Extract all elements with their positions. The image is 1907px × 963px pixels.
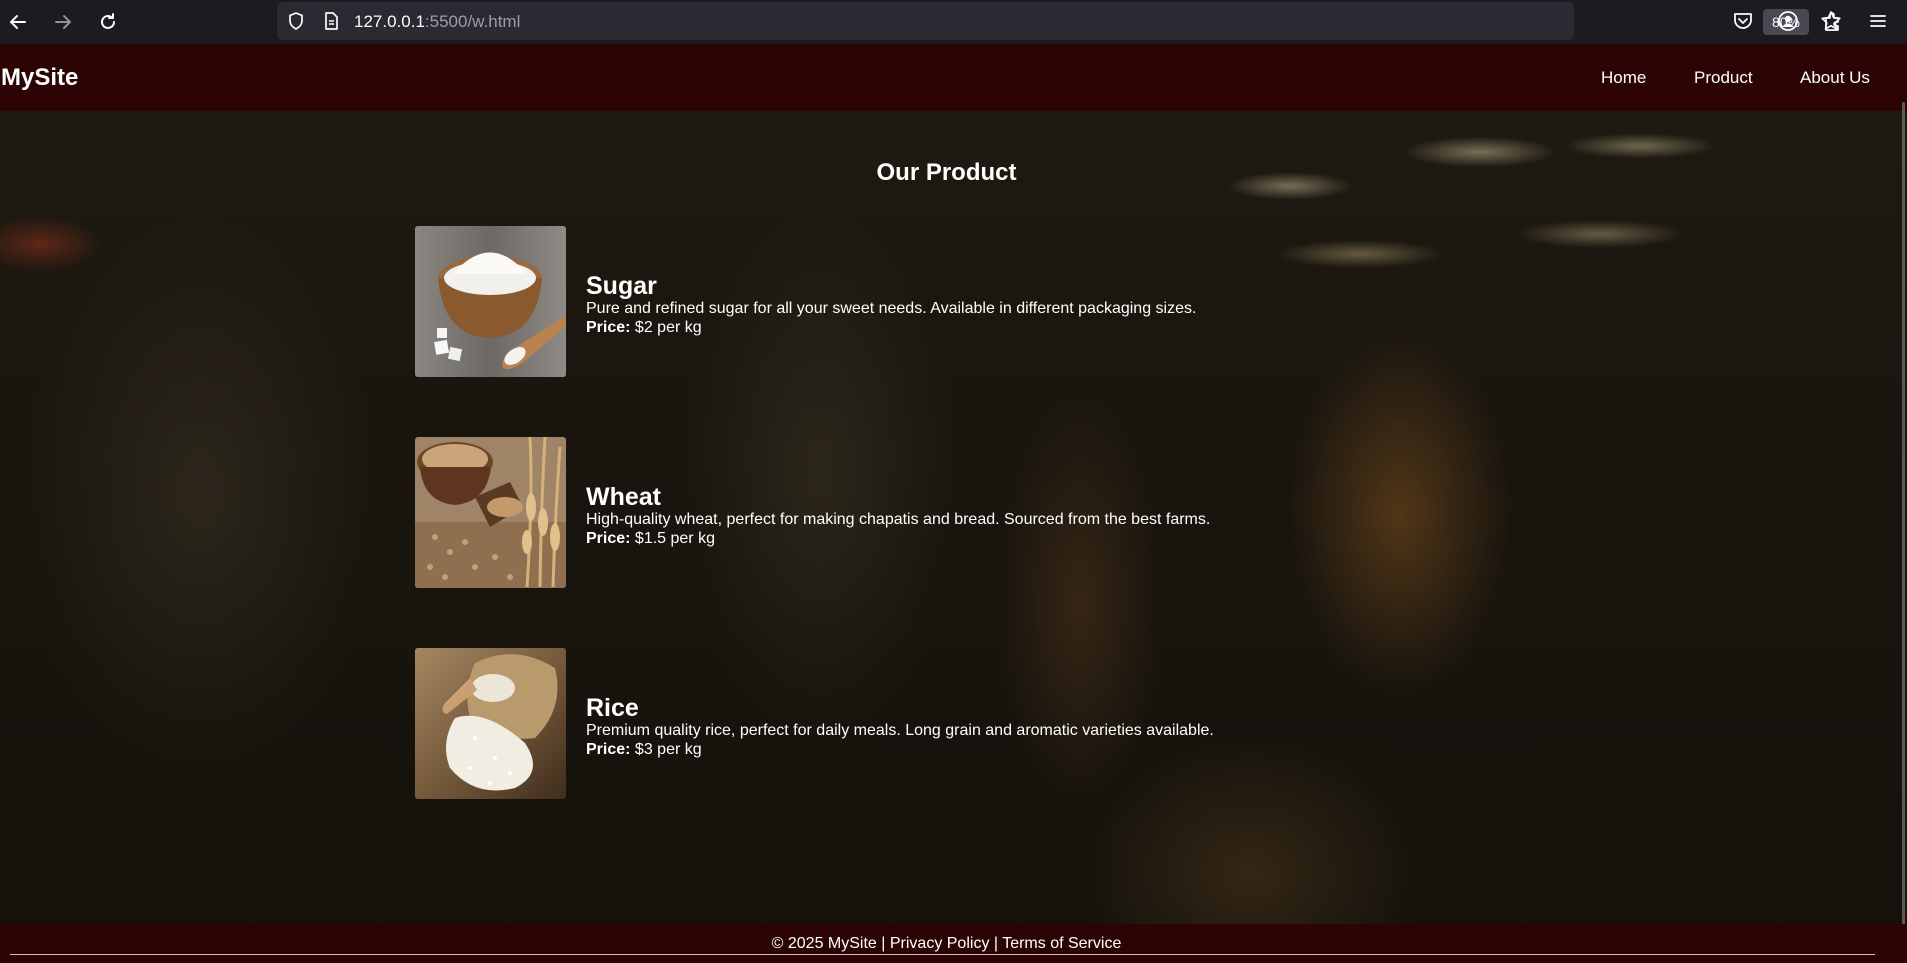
page-icon: [325, 12, 338, 30]
product-description: Premium quality rice, perfect for daily …: [586, 722, 1214, 739]
pocket-icon: [1734, 13, 1752, 29]
price-label: Price:: [586, 530, 631, 547]
product-name: Rice: [586, 694, 639, 722]
reload-button[interactable]: [93, 7, 123, 37]
nav-product-link[interactable]: Product: [1694, 68, 1753, 88]
extensions-button[interactable]: [1819, 7, 1847, 35]
product-price: Price: $3 per kg: [586, 741, 702, 759]
rice-sack-image: [415, 648, 566, 799]
menu-icon: [1870, 15, 1886, 27]
nav-home-link[interactable]: Home: [1601, 68, 1646, 88]
product-name: Wheat: [586, 483, 661, 511]
products-heading: Our Product: [876, 159, 1017, 186]
account-icon: [1778, 11, 1798, 31]
extensions-icon: [1825, 12, 1839, 31]
site-logo[interactable]: MySite: [1, 64, 78, 92]
reload-icon: [101, 13, 115, 29]
price-value: $3 per kg: [634, 741, 702, 758]
nav-about-link[interactable]: About Us: [1800, 68, 1870, 88]
product-description: Pure and refined sugar for all your swee…: [586, 300, 1197, 317]
shield-icon[interactable]: [286, 11, 306, 31]
price-label: Price:: [586, 741, 631, 758]
product-name: Sugar: [586, 272, 657, 300]
forward-button[interactable]: [48, 7, 78, 37]
pocket-button[interactable]: [1729, 7, 1757, 35]
page-viewport: MySite Home Product About Us Our Product: [0, 44, 1907, 963]
url-host: 127.0.0.1: [354, 12, 425, 31]
back-icon: [10, 15, 26, 29]
page-scrollbar[interactable]: [1902, 102, 1905, 962]
site-footer: © 2025 MySite | Privacy Policy | Terms o…: [0, 924, 1907, 963]
footer-divider: [10, 954, 1875, 955]
site-header: MySite Home Product About Us: [0, 44, 1907, 111]
product-card-rice: Rice Premium quality rice, perfect for d…: [415, 648, 1315, 800]
url-path: :5500/w.html: [424, 12, 521, 31]
back-button[interactable]: [3, 7, 33, 37]
price-value: $2 per kg: [634, 319, 702, 336]
product-price: Price: $2 per kg: [586, 319, 702, 337]
footer-copyright[interactable]: © 2025 MySite | Privacy Policy | Terms o…: [0, 935, 1893, 953]
sugar-bowl-image: [415, 226, 566, 377]
price-value: $1.5 per kg: [634, 530, 715, 547]
account-button[interactable]: [1774, 7, 1802, 35]
wheat-bowl-image: [415, 437, 566, 588]
forward-icon: [55, 15, 71, 29]
product-price: Price: $1.5 per kg: [586, 530, 715, 548]
url-text[interactable]: 127.0.0.1:5500/w.html: [354, 12, 520, 32]
product-card-wheat: Wheat High-quality wheat, perfect for ma…: [415, 437, 1315, 589]
product-description: High-quality wheat, perfect for making c…: [586, 511, 1211, 528]
product-card-sugar: Sugar Pure and refined sugar for all you…: [415, 226, 1315, 378]
address-bar[interactable]: 127.0.0.1:5500/w.html 80%: [277, 2, 1841, 40]
browser-toolbar: 127.0.0.1:5500/w.html 80%: [0, 0, 1907, 44]
price-label: Price:: [586, 319, 631, 336]
menu-button[interactable]: [1864, 7, 1892, 35]
